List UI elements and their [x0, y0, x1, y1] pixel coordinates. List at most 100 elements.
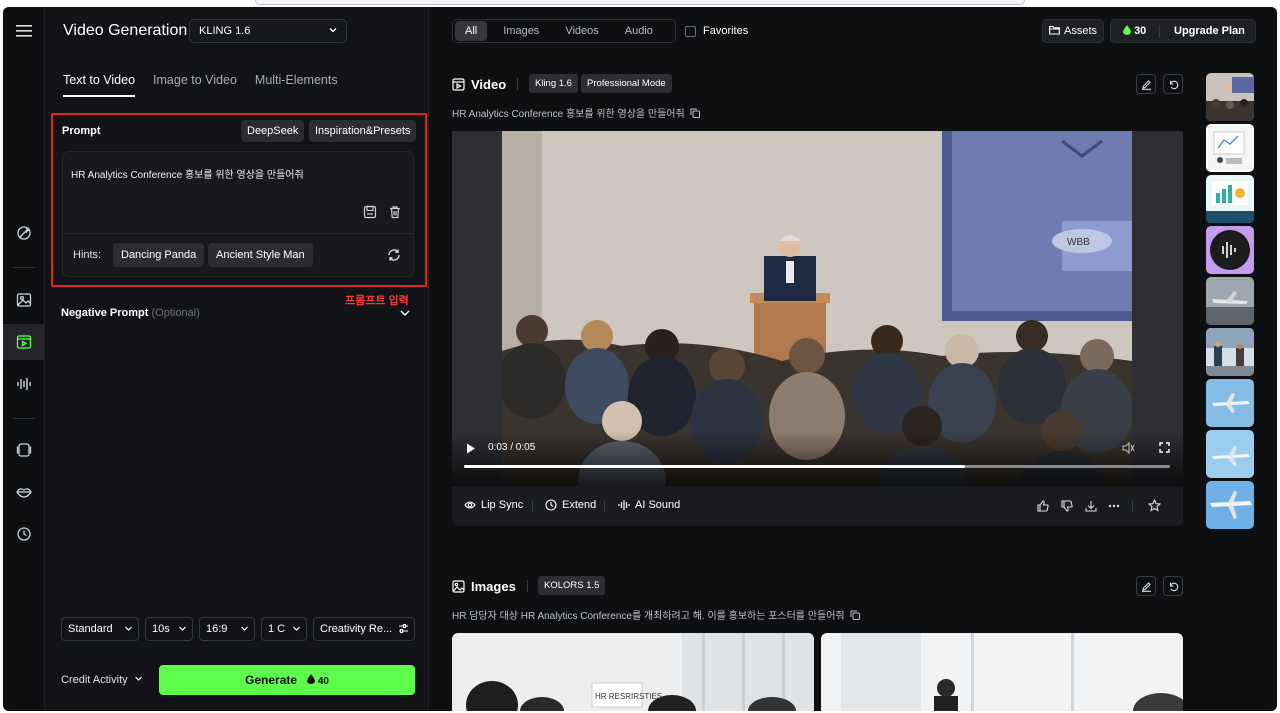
layers-icon[interactable] — [3, 432, 45, 468]
count-select-value: 1 C — [268, 623, 286, 635]
edit-button[interactable] — [1136, 576, 1156, 596]
edit-button[interactable] — [1136, 74, 1156, 94]
negative-prompt-label[interactable]: Negative Prompt (Optional) — [61, 307, 200, 319]
thumbnail[interactable] — [1206, 481, 1254, 529]
ratio-select-value: 16:9 — [206, 623, 228, 635]
model-select[interactable]: KLING 1.6 — [189, 19, 347, 43]
thumbnail[interactable] — [1206, 175, 1254, 223]
images-prompt-value: HR 담당자 대상 HR Analytics Conference를 개최하려고… — [452, 611, 845, 622]
mode-select[interactable]: Standard — [61, 617, 139, 641]
model-badge: Kling 1.6 — [529, 74, 578, 93]
video-action-bar: Lip Sync Extend AI Sound — [452, 486, 1183, 526]
history-icon[interactable] — [3, 516, 45, 552]
copy-icon[interactable] — [690, 108, 701, 118]
eye-icon — [464, 501, 476, 509]
star-icon[interactable] — [1148, 499, 1161, 512]
ratio-select[interactable]: 16:9 — [199, 617, 255, 641]
count-select[interactable]: 1 C — [261, 617, 307, 641]
mode-badge: Professional Mode — [581, 74, 672, 93]
video-icon — [452, 78, 465, 91]
filter-audio[interactable]: Audio — [615, 21, 663, 41]
video-icon[interactable] — [3, 324, 45, 360]
mode-select-value: Standard — [68, 623, 113, 635]
regenerate-button[interactable] — [1163, 576, 1183, 596]
regenerate-button[interactable] — [1163, 74, 1183, 94]
filter-images[interactable]: Images — [493, 21, 549, 41]
folder-icon — [1049, 25, 1060, 35]
model-badge: KOLORS 1.5 — [538, 576, 606, 595]
credit-balance: 30 — [1123, 25, 1146, 37]
inspiration-presets-button[interactable]: Inspiration&Presets — [309, 120, 417, 142]
prompt-card[interactable]: HR Analytics Conference 홍보를 위한 영상을 만들어줘 … — [62, 151, 414, 277]
tab-text-to-video[interactable]: Text to Video — [63, 73, 136, 97]
download-icon[interactable] — [1085, 500, 1097, 512]
assets-button[interactable]: Assets — [1042, 19, 1104, 43]
thumbnail[interactable] — [1206, 226, 1254, 274]
divider — [1132, 500, 1133, 512]
images-section-label: Images — [471, 579, 516, 594]
thumbnail[interactable] — [1206, 379, 1254, 427]
audio-wave-icon[interactable] — [3, 366, 45, 402]
video-prompt-value: HR Analytics Conference 홍보를 위한 영상을 만들어줘 — [452, 109, 685, 120]
filter-bar: All Images Videos Audio — [452, 19, 676, 43]
lip-sync-button[interactable]: Lip Sync — [464, 499, 523, 511]
tab-image-to-video[interactable]: Image to Video — [153, 73, 237, 97]
video-time: 0:03 / 0:05 — [488, 442, 536, 453]
lips-icon[interactable] — [3, 474, 45, 510]
more-icon[interactable] — [1108, 504, 1120, 508]
image-office-scene: HR RESRIRSTIES — [452, 633, 814, 711]
generated-image[interactable] — [821, 633, 1183, 711]
video-progress-fill — [464, 465, 966, 468]
duration-select[interactable]: 10s — [145, 617, 193, 641]
optional-tag: (Optional) — [151, 307, 200, 319]
filter-videos[interactable]: Videos — [555, 21, 608, 41]
chevron-down-icon[interactable] — [399, 307, 411, 319]
fullscreen-icon[interactable] — [1159, 442, 1170, 453]
extend-button[interactable]: Extend — [545, 499, 596, 511]
video-player[interactable]: WBB 0:03 / 0:05 — [452, 131, 1183, 486]
thumbs-down-icon[interactable] — [1061, 500, 1073, 512]
video-progress[interactable] — [464, 465, 1170, 468]
checkbox-box — [685, 25, 696, 37]
thumbnail-selected[interactable] — [1206, 124, 1254, 172]
refresh-icon[interactable] — [387, 248, 401, 262]
favorites-checkbox[interactable]: Favorites — [685, 25, 748, 37]
divider — [527, 580, 528, 592]
sparkle-icon[interactable] — [3, 215, 45, 251]
mute-icon[interactable] — [1122, 442, 1135, 454]
trash-icon[interactable] — [388, 205, 402, 219]
divider — [604, 500, 605, 512]
divider — [517, 78, 518, 90]
image-icon[interactable] — [3, 282, 45, 318]
menu-icon[interactable] — [3, 13, 45, 49]
copy-icon[interactable] — [850, 610, 861, 620]
credit-drop-icon — [1123, 25, 1131, 35]
prompt-textarea[interactable]: HR Analytics Conference 홍보를 위한 영상을 만들어줘 — [71, 166, 304, 181]
ai-sound-button[interactable]: AI Sound — [618, 499, 680, 511]
credits-panel: 30 Upgrade Plan — [1110, 19, 1256, 43]
save-icon[interactable] — [363, 205, 377, 219]
thumbnail[interactable] — [1206, 73, 1254, 121]
upgrade-plan-button[interactable]: Upgrade Plan — [1174, 25, 1245, 37]
creativity-select[interactable]: Creativity Re... — [313, 617, 415, 641]
filter-all[interactable]: All — [455, 21, 488, 41]
hint-chip[interactable]: Dancing Panda — [113, 243, 205, 267]
generate-button[interactable]: Generate 40 — [159, 665, 415, 695]
hint-chip[interactable]: Ancient Style Man — [208, 243, 313, 267]
thumbnail[interactable] — [1206, 430, 1254, 478]
thumbnail[interactable] — [1206, 328, 1254, 376]
generated-image[interactable]: HR RESRIRSTIES — [452, 633, 814, 711]
model-select-value: KLING 1.6 — [199, 25, 251, 37]
annotation-label: 프롬프트 입력 — [345, 295, 409, 307]
page-title: Video Generation — [63, 22, 188, 39]
audio-wave-icon — [618, 500, 630, 510]
tab-multi-elements[interactable]: Multi-Elements — [255, 73, 338, 97]
chevron-down-icon — [329, 28, 337, 33]
thumbs-up-icon[interactable] — [1037, 500, 1049, 512]
credit-balance-value: 30 — [1134, 25, 1147, 37]
credit-activity-dropdown[interactable]: Credit Activity — [61, 674, 143, 686]
play-icon[interactable] — [466, 443, 476, 454]
deepseek-button[interactable]: DeepSeek — [241, 120, 305, 142]
mode-tabs: Text to Video Image to Video Multi-Eleme… — [63, 73, 338, 97]
thumbnail[interactable] — [1206, 277, 1254, 325]
